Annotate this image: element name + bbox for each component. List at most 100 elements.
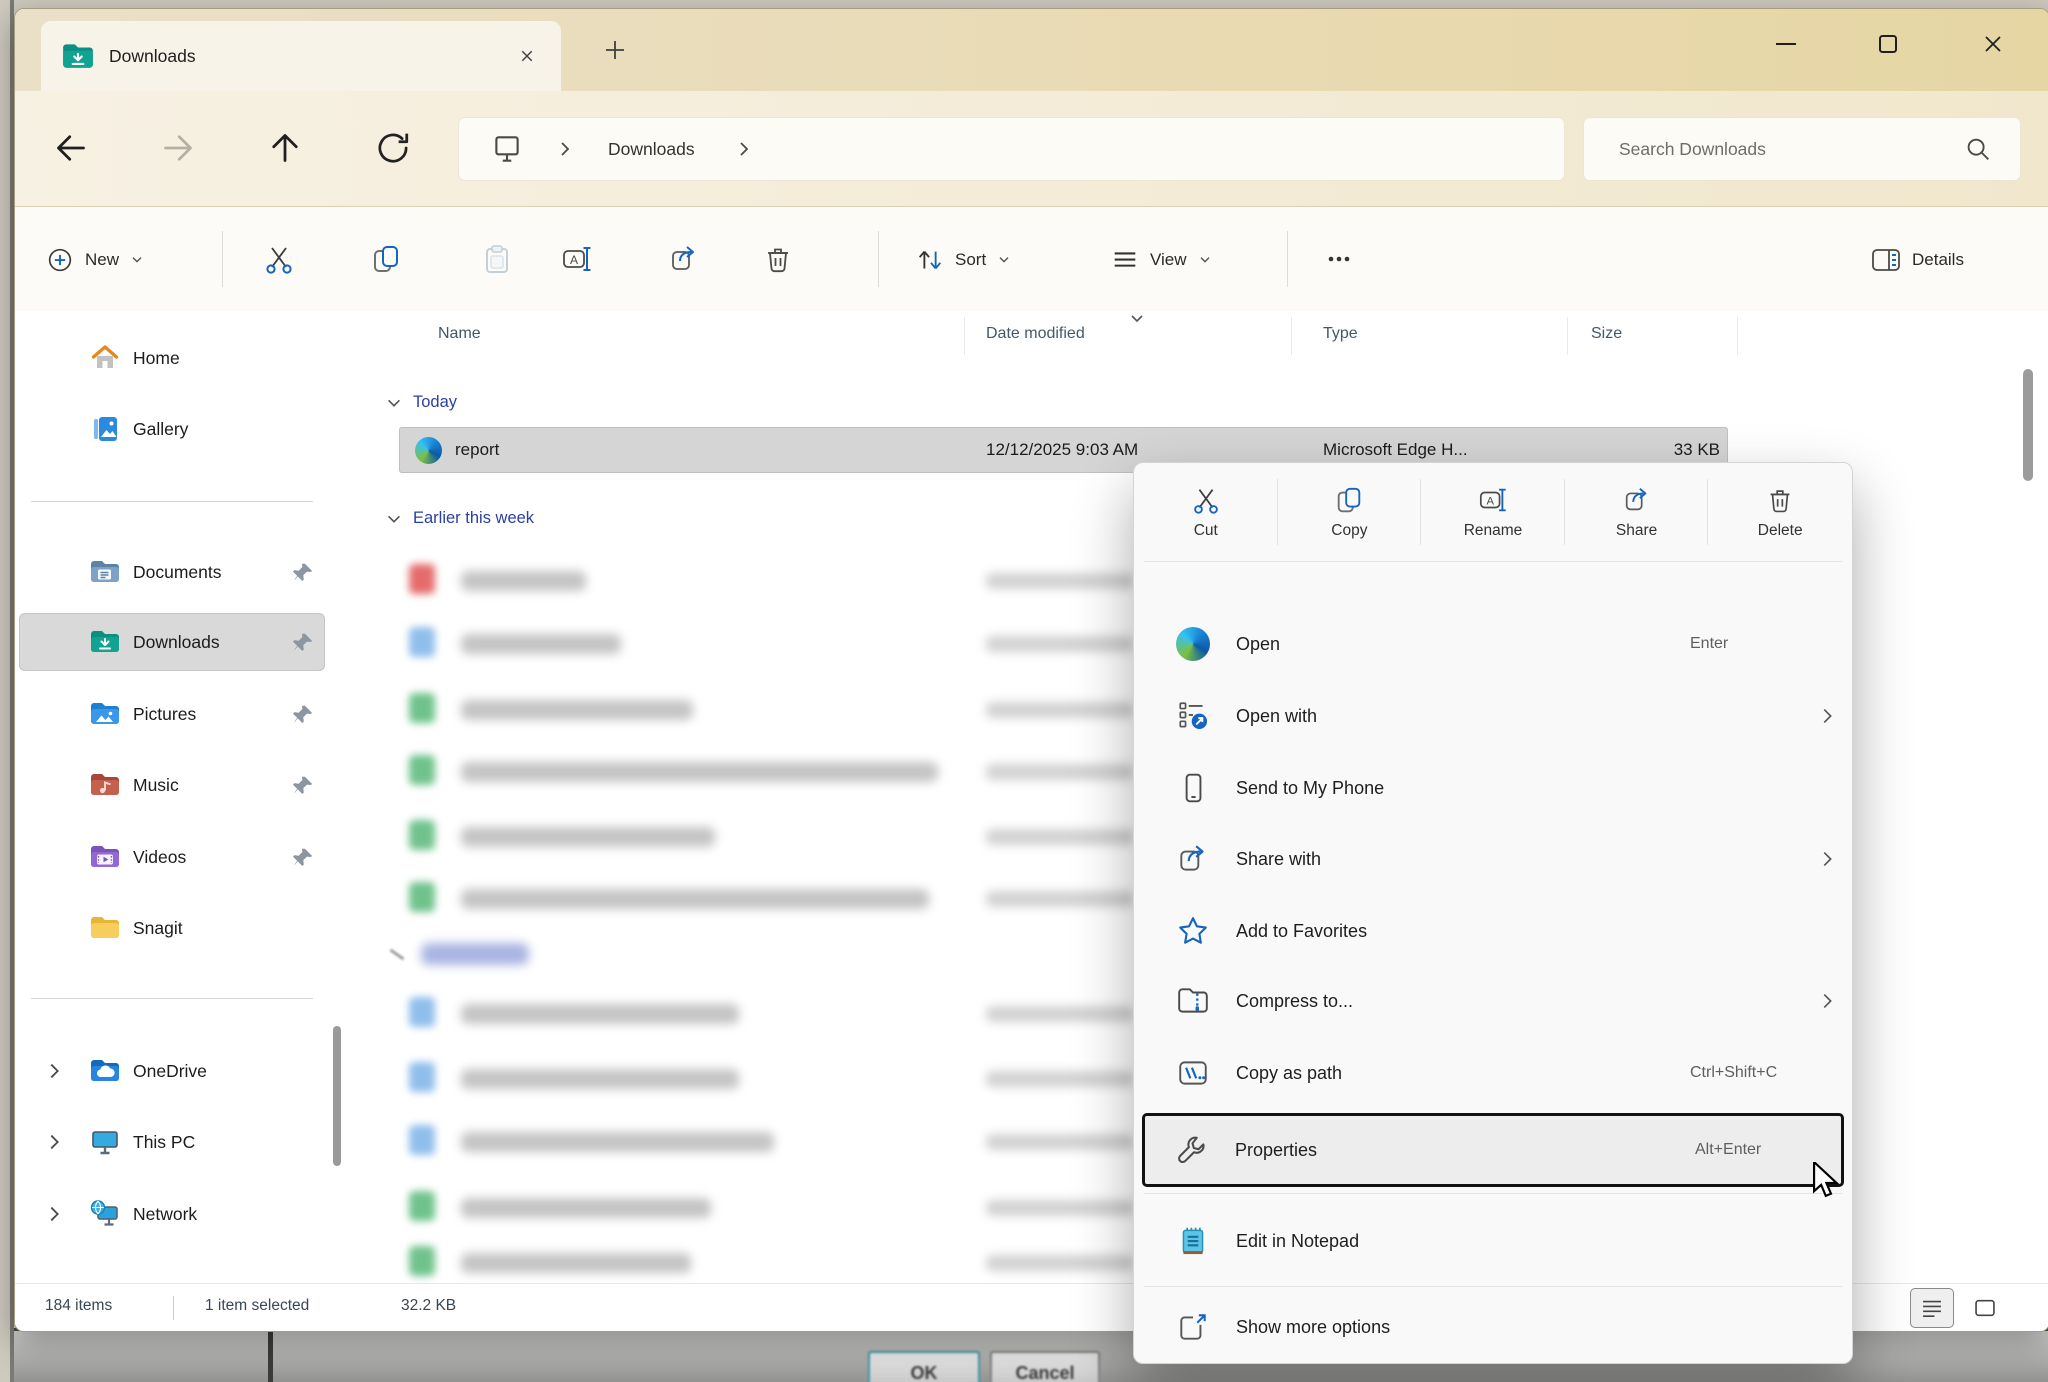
cancel-button[interactable]: Cancel xyxy=(990,1351,1100,1382)
thumbnail-view-toggle[interactable] xyxy=(1963,1288,2007,1328)
more-options-icon[interactable] xyxy=(1323,243,1355,275)
menu-item-open-with[interactable]: Open with xyxy=(1140,682,1846,750)
up-icon[interactable] xyxy=(265,128,305,168)
view-icon xyxy=(1110,245,1140,275)
group-header-earlier-this-week[interactable]: Earlier this week xyxy=(385,509,534,528)
refresh-icon[interactable] xyxy=(373,128,413,168)
sidebar-item-snagit[interactable]: Snagit xyxy=(19,899,325,957)
forward-icon[interactable] xyxy=(158,128,198,168)
group-header-today[interactable]: Today xyxy=(385,393,457,412)
sidebar-item-videos[interactable]: Videos xyxy=(19,828,325,886)
view-button[interactable]: View xyxy=(1110,207,1213,312)
menu-item-edit-in-notepad[interactable]: Edit in Notepad xyxy=(1140,1207,1846,1275)
rename-icon[interactable]: A xyxy=(561,243,593,275)
share-icon xyxy=(1622,485,1652,515)
pictures-folder-icon xyxy=(89,698,121,730)
column-separator[interactable] xyxy=(964,317,965,355)
menu-item-label: Compress to... xyxy=(1236,991,1353,1012)
paste-icon[interactable] xyxy=(481,243,513,275)
sidebar-item-gallery[interactable]: Gallery xyxy=(19,400,325,458)
cut-icon[interactable] xyxy=(263,243,295,275)
quick-cut-button[interactable]: Cut xyxy=(1134,463,1278,561)
selection-size: 32.2 KB xyxy=(401,1297,456,1315)
file-list-scrollbar[interactable] xyxy=(2023,369,2033,481)
minimize-button[interactable] xyxy=(1758,23,1814,65)
svg-text:A: A xyxy=(570,253,578,267)
group-chevron-icon[interactable] xyxy=(385,394,403,412)
sidebar-item-label: Network xyxy=(133,1204,197,1225)
menu-item-add-to-favorites[interactable]: Add to Favorites xyxy=(1140,897,1846,965)
sidebar-scrollbar[interactable] xyxy=(333,1026,341,1166)
background-dialog-divider xyxy=(268,1331,273,1382)
tab-close-icon[interactable] xyxy=(513,42,541,70)
sidebar-item-onedrive[interactable]: OneDrive xyxy=(19,1042,325,1100)
chevron-down-icon xyxy=(996,252,1012,268)
snagit-folder-icon xyxy=(89,912,121,944)
details-view-toggle[interactable] xyxy=(1910,1288,1954,1328)
sidebar-item-music[interactable]: Music xyxy=(19,756,325,814)
details-pane-button[interactable]: Details xyxy=(1870,207,1964,312)
column-separator[interactable] xyxy=(1291,317,1292,355)
delete-icon xyxy=(1765,485,1795,515)
status-separator xyxy=(173,1296,174,1320)
search-input[interactable]: Search Downloads xyxy=(1583,117,2021,181)
new-button[interactable]: New xyxy=(45,207,145,312)
sidebar-item-label: OneDrive xyxy=(133,1061,207,1082)
maximize-button[interactable] xyxy=(1860,23,1916,65)
copy-icon xyxy=(1334,485,1364,515)
menu-item-open[interactable]: Open Enter xyxy=(1140,610,1846,678)
new-tab-icon[interactable] xyxy=(601,36,629,64)
column-header-type[interactable]: Type xyxy=(1323,325,1358,343)
sidebar-item-network[interactable]: Network xyxy=(19,1185,325,1243)
menu-item-shortcut: Enter xyxy=(1690,635,1728,653)
thumbnail-view-icon xyxy=(1972,1295,1998,1321)
group-chevron-icon[interactable] xyxy=(385,510,403,528)
column-separator[interactable] xyxy=(1567,317,1568,355)
address-bar[interactable]: Downloads xyxy=(458,117,1565,181)
breadcrumb-downloads[interactable]: Downloads xyxy=(608,139,695,160)
command-bar: New A xyxy=(15,206,2048,313)
delete-icon[interactable] xyxy=(762,243,794,275)
column-header-date-modified[interactable]: Date modified xyxy=(986,325,1085,343)
sidebar-item-downloads[interactable]: Downloads xyxy=(19,613,325,671)
menu-item-shortcut: Ctrl+Shift+C xyxy=(1690,1064,1777,1082)
menu-item-label: Show more options xyxy=(1236,1317,1390,1338)
share-icon[interactable] xyxy=(668,243,700,275)
sidebar-item-documents[interactable]: Documents xyxy=(19,543,325,601)
menu-item-label: Share with xyxy=(1236,849,1321,870)
sidebar-item-pictures[interactable]: Pictures xyxy=(19,685,325,743)
menu-item-share-with[interactable]: Share with xyxy=(1140,825,1846,893)
back-icon[interactable] xyxy=(51,128,91,168)
column-header-name[interactable]: Name xyxy=(438,325,481,343)
sidebar-item-home[interactable]: Home xyxy=(19,329,325,387)
quick-share-button[interactable]: Share xyxy=(1565,463,1709,561)
tab-downloads[interactable]: Downloads xyxy=(41,21,561,91)
sidebar-item-this-pc[interactable]: This PC xyxy=(19,1113,325,1171)
quick-label: Delete xyxy=(1758,522,1803,540)
sidebar-divider xyxy=(31,501,313,502)
ok-button[interactable]: OK xyxy=(868,1351,980,1382)
this-pc-monitor-icon xyxy=(89,1126,121,1158)
music-folder-icon xyxy=(89,769,121,801)
menu-item-send-to-my-phone[interactable]: Send to My Phone xyxy=(1140,754,1846,822)
sort-button[interactable]: Sort xyxy=(915,207,1012,312)
column-separator[interactable] xyxy=(1737,317,1738,355)
search-placeholder: Search Downloads xyxy=(1619,139,1963,160)
menu-item-properties[interactable]: Properties Alt+Enter xyxy=(1142,1113,1844,1187)
column-header-size[interactable]: Size xyxy=(1591,325,1622,343)
quick-copy-button[interactable]: Copy xyxy=(1278,463,1422,561)
menu-item-copy-as-path[interactable]: Copy as path Ctrl+Shift+C xyxy=(1140,1039,1846,1107)
menu-item-label: Open xyxy=(1236,634,1280,655)
quick-delete-button[interactable]: Delete xyxy=(1708,463,1852,561)
menu-item-show-more-options[interactable]: Show more options xyxy=(1140,1293,1846,1361)
file-date-modified: 12/12/2025 9:03 AM xyxy=(986,440,1138,460)
items-count: 184 items xyxy=(45,1297,112,1315)
copy-icon[interactable] xyxy=(370,243,402,275)
close-button[interactable] xyxy=(1965,23,2021,65)
menu-item-label: Edit in Notepad xyxy=(1236,1231,1359,1252)
search-icon[interactable] xyxy=(1963,134,1993,164)
quick-rename-button[interactable]: A Rename xyxy=(1421,463,1565,561)
menu-item-compress-to[interactable]: Compress to... xyxy=(1140,967,1846,1035)
breadcrumb-chevron-icon[interactable] xyxy=(735,140,753,158)
downloads-folder-icon xyxy=(61,41,95,71)
